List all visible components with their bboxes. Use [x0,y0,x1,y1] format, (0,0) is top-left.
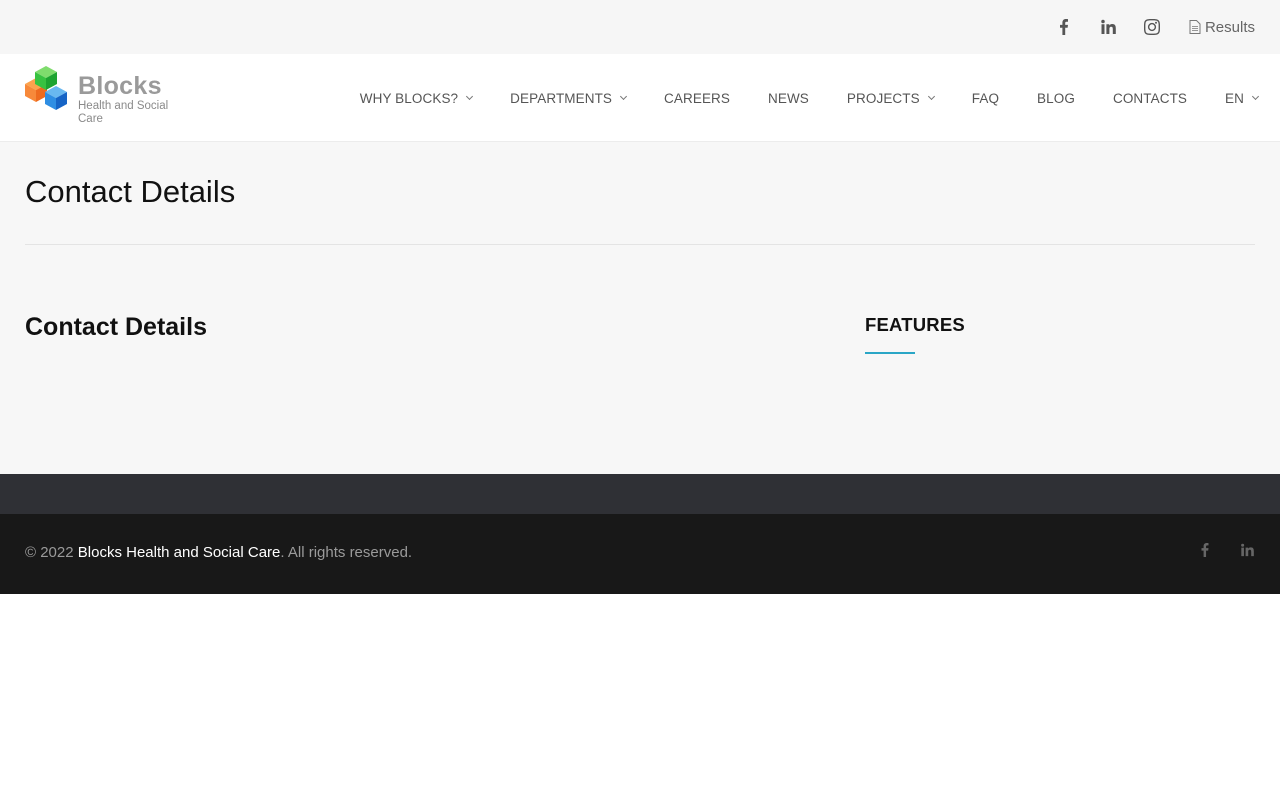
content-title: Contact Details [25,313,207,341]
nav-item-projects[interactable]: PROJECTS [846,90,935,106]
main-content: Contact Details Contact Details FEATURES [0,142,1280,474]
nav-item-departments[interactable]: DEPARTMENTS [510,90,628,106]
sidebar-title-underline [865,352,915,354]
facebook-icon[interactable] [1197,542,1213,558]
sidebar-title: FEATURES [865,314,965,335]
nav-item-label: NEWS [768,90,809,106]
nav-item-label: WHY BLOCKS? [359,90,459,106]
nav-item-faq[interactable]: FAQ [972,91,999,106]
top-social-links: Results [1029,0,1255,54]
results-label: Results [1204,18,1255,36]
copyright-suffix: . All rights reserved. [280,544,413,561]
nav-item-label: FAQ [971,90,1000,106]
chevron-down-icon [466,92,474,101]
nav-item-news[interactable]: NEWS [768,91,809,106]
site-logo[interactable]: Blocks Health and Social Care [25,66,188,126]
footer: © 2022 Blocks Health and Social Care. Al… [0,514,1280,594]
chevron-down-icon [927,92,935,101]
document-icon [1189,20,1201,34]
linkedin-icon[interactable] [1239,542,1255,558]
logo-subtitle: Health and Social Care [78,100,169,125]
blocks-logo-icon [25,66,67,110]
nav-item-contacts[interactable]: CONTACTS [1113,91,1187,106]
title-divider [25,244,1255,245]
footer-top-bar [0,474,1280,514]
chevron-down-icon [620,92,628,101]
copyright-prefix: © 2022 [25,544,78,561]
top-bar: Results [0,0,1280,54]
nav-item-label: BLOG [1037,90,1075,106]
language-switcher[interactable]: EN [1225,90,1260,106]
nav-item-careers[interactable]: CAREERS [664,91,730,106]
copyright: © 2022 Blocks Health and Social Care. Al… [25,544,412,561]
chevron-down-icon [1251,92,1260,101]
nav-item-label: PROJECTS [846,90,920,106]
language-label: EN [1225,90,1244,106]
nav-item-label: CAREERS [664,90,731,106]
facebook-icon[interactable] [1055,18,1073,36]
nav-item-why-blocks[interactable]: WHY BLOCKS? [359,90,474,106]
results-link[interactable]: Results [1189,19,1255,36]
nav-item-label: CONTACTS [1112,90,1188,106]
logo-name: Blocks [78,72,162,100]
linkedin-icon[interactable] [1099,18,1117,36]
main-nav: WHY BLOCKS? DEPARTMENTS CAREERS NEWS PRO… [359,54,1260,142]
nav-item-label: DEPARTMENTS [510,90,613,106]
footer-social-links [1171,542,1255,558]
footer-brand-link[interactable]: Blocks Health and Social Care [78,544,281,561]
instagram-icon[interactable] [1143,18,1161,36]
nav-item-blog[interactable]: BLOG [1037,91,1075,106]
page-title: Contact Details [25,174,236,209]
site-header: Blocks Health and Social Care WHY BLOCKS… [0,54,1280,142]
